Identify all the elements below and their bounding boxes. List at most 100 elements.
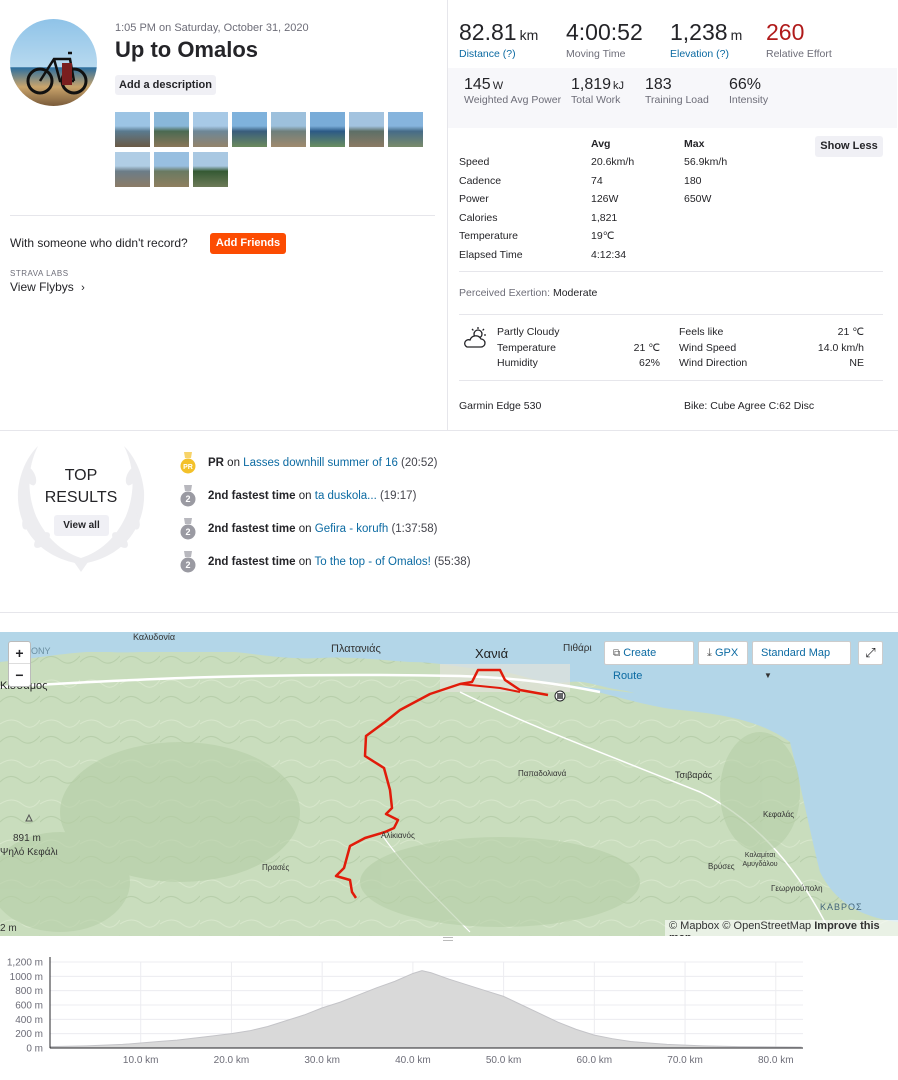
x-tick-label: 60.0 km xyxy=(577,1055,613,1066)
pr-medal-icon: PR xyxy=(180,452,196,474)
activity-datetime: 1:05 PM on Saturday, October 31, 2020 xyxy=(115,22,309,34)
detail-label: Power xyxy=(459,193,489,205)
fullscreen-icon: ⤢ xyxy=(865,645,876,660)
photo-thumbnail[interactable] xyxy=(232,112,267,147)
view-all-button[interactable]: View all xyxy=(54,515,109,536)
show-less-button[interactable]: Show Less xyxy=(815,136,883,157)
segment-link[interactable]: Gefira - korufh xyxy=(315,523,389,535)
view-flybys-label: View Flybys xyxy=(10,280,74,294)
stat-weighted-power: 145 W Weighted Avg Power xyxy=(464,76,564,106)
gpx-label: GPX xyxy=(714,647,739,659)
weather-humidity-value: 62% xyxy=(638,357,660,369)
detail-label: Speed xyxy=(459,156,490,168)
weather-wind-speed-value: 14.0 km/h xyxy=(817,342,864,354)
detail-avg: 1,821 xyxy=(591,211,618,224)
segment-link[interactable]: ta duskola... xyxy=(315,490,377,502)
segment-link[interactable]: To the top - of Omalos! xyxy=(315,556,431,568)
detail-label: Elapsed Time xyxy=(459,248,523,261)
route-map[interactable]: Καλυδονία Πλατανιάς Χανιά Πιθάρι Κίσσαμο… xyxy=(0,632,898,936)
relative-effort-label: Relative Effort xyxy=(766,48,832,60)
column-divider xyxy=(447,0,448,430)
osm-attribution[interactable]: © OpenStreetMap xyxy=(722,920,811,932)
weather-wind-direction-label: Wind Direction xyxy=(679,357,748,369)
gpx-export-button[interactable]: ⤓ GPX xyxy=(698,641,748,665)
chevron-right-icon: › xyxy=(81,282,85,294)
y-tick-label: 600 m xyxy=(15,1001,43,1012)
photo-thumbnail[interactable] xyxy=(154,112,189,147)
y-tick-label: 1000 m xyxy=(10,972,43,983)
divider xyxy=(459,380,883,381)
map-style-select[interactable]: Standard Map ▼ xyxy=(752,641,851,680)
caret-down-icon: ▼ xyxy=(764,671,772,680)
x-tick-label: 20.0 km xyxy=(214,1055,250,1066)
perceived-exertion-value: Moderate xyxy=(552,287,598,299)
weather-wind-direction-value: NE xyxy=(849,357,864,369)
details-table: Speed 20.6km/h 56.9km/h Cadence 74 180 Power 12… xyxy=(459,156,889,268)
map-label: Αλίκιανός xyxy=(381,831,415,840)
create-route-button[interactable]: ⧉ Create Route xyxy=(604,641,694,682)
y-tick-label: 200 m xyxy=(15,1029,43,1040)
detail-avg: 74 xyxy=(591,174,603,187)
perceived-exertion-label: Perceived Exertion: xyxy=(459,287,551,299)
x-tick-label: 50.0 km xyxy=(486,1055,522,1066)
photo-thumbnail[interactable] xyxy=(193,112,228,147)
result-achievement: 2nd fastest time xyxy=(208,490,296,502)
weather-temperature-value: 21 ℃ xyxy=(633,342,660,354)
photo-thumbnail[interactable] xyxy=(115,112,150,147)
map-label: Ψηλό Κεφάλι xyxy=(0,847,58,858)
fullscreen-button[interactable]: ⤢ xyxy=(858,641,883,665)
add-description-button[interactable]: Add a description xyxy=(115,75,216,95)
divider xyxy=(0,430,898,431)
elevation-unit: m xyxy=(730,27,743,43)
silver-medal-icon: 2 xyxy=(180,518,196,540)
result-time: (1:37:58) xyxy=(388,523,438,535)
photo-thumbnail[interactable] xyxy=(115,152,150,187)
stat-moving-time: 4:00:52 Moving Time xyxy=(566,19,643,60)
total-work-unit: kJ xyxy=(613,80,625,92)
silver-medal-icon: 2 xyxy=(180,551,196,573)
svg-text:2: 2 xyxy=(185,527,190,537)
result-on-text: on xyxy=(223,457,244,469)
stat-training-load: 183 Training Load xyxy=(645,76,709,106)
map-label: 891 m xyxy=(13,833,41,844)
detail-avg: 126W xyxy=(591,193,619,205)
detail-avg: 4:12:34 xyxy=(591,248,627,261)
zoom-in-button[interactable]: + xyxy=(9,642,30,664)
photo-thumbnail[interactable] xyxy=(154,152,189,187)
result-achievement: 2nd fastest time xyxy=(208,556,296,568)
silver-medal-icon: 2 xyxy=(180,485,196,507)
stat-relative-effort[interactable]: 260 Relative Effort xyxy=(766,19,832,60)
activity-title: Up to Omalos xyxy=(115,37,259,62)
elevation-chart[interactable]: 0 m 200 m 400 m 600 m 800 m 1000 m 1,200 m 10.0… xyxy=(0,945,898,1070)
mapbox-attribution[interactable]: © Mapbox xyxy=(669,920,719,932)
zoom-out-button[interactable]: − xyxy=(9,664,30,686)
view-flybys-link[interactable]: View Flybys › xyxy=(10,280,85,294)
avatar[interactable] xyxy=(10,19,97,106)
svg-text:PR: PR xyxy=(183,464,193,471)
resize-handle-icon[interactable] xyxy=(443,936,453,942)
photo-thumbnail[interactable] xyxy=(388,112,423,147)
photo-thumbnail[interactable] xyxy=(349,112,384,147)
download-icon: ⤓ xyxy=(707,647,712,659)
col-max-header: Max xyxy=(684,138,705,150)
add-friends-button[interactable]: Add Friends xyxy=(210,233,286,254)
map-label: Πρασές xyxy=(262,863,290,872)
result-on-text: on xyxy=(295,523,315,535)
detail-avg: 19℃ xyxy=(591,230,615,242)
result-on-text: on xyxy=(295,556,315,568)
weighted-power-unit: W xyxy=(492,80,504,92)
photo-thumbnail[interactable] xyxy=(193,152,228,187)
distance-unit: km xyxy=(519,27,539,43)
elevation-value: 1,238 xyxy=(670,19,728,45)
training-load-value: 183 xyxy=(645,76,672,93)
photo-thumbnail[interactable] xyxy=(271,112,306,147)
detail-max: 56.9km/h xyxy=(684,156,728,168)
perceived-exertion: Perceived Exertion: Moderate xyxy=(459,287,597,299)
elevation-label[interactable]: Elevation (?) xyxy=(670,48,742,60)
photo-thumbnail[interactable] xyxy=(310,112,345,147)
distance-label[interactable]: Distance (?) xyxy=(459,48,538,60)
bike-name: Bike: Cube Agree C:62 Disc xyxy=(684,400,815,412)
y-tick-label: 400 m xyxy=(15,1015,43,1026)
segment-link[interactable]: Lasses downhill summer of 16 xyxy=(243,457,398,469)
divider xyxy=(459,314,883,315)
